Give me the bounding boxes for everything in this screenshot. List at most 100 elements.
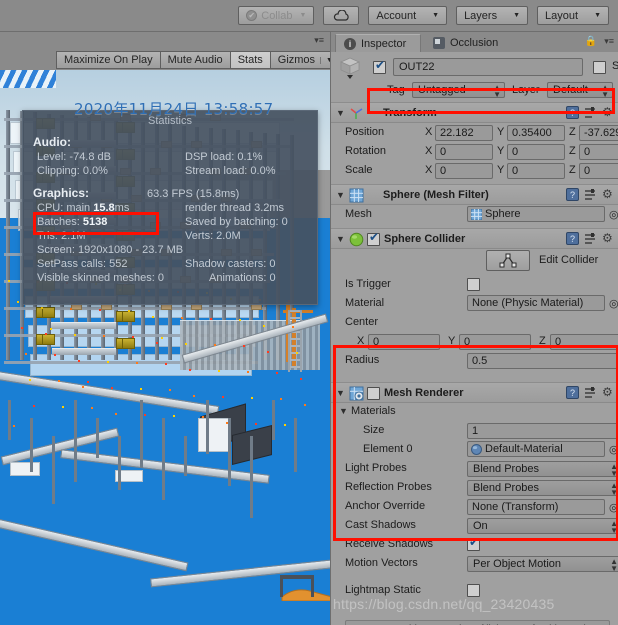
tag-value: Untagged xyxy=(418,84,466,96)
anchor-override-field[interactable]: None (Transform) xyxy=(467,499,605,515)
materials-foldout-row[interactable]: ▼ Materials xyxy=(331,403,618,422)
game-view-pane: ▾≡ Maximize On Play Mute Audio Stats Giz… xyxy=(0,32,330,625)
anchor-override-row: Anchor Override None (Transform) ◎ xyxy=(331,498,618,517)
axis-y-label: Y xyxy=(497,126,505,138)
audio-clipping: Clipping: 0.0% xyxy=(37,165,108,177)
foldout-icon[interactable]: ▼ xyxy=(336,234,345,244)
edit-collider-row: Edit Collider xyxy=(331,250,618,274)
cpu-prefix: CPU: main xyxy=(37,202,94,214)
cast-shadows-dropdown[interactable]: On ▲ ▼ xyxy=(467,518,618,534)
reflection-probes-dropdown[interactable]: Blend Probes ▲ ▼ xyxy=(467,480,618,496)
updown-arrows-icon: ▲ ▼ xyxy=(601,83,609,98)
gear-icon[interactable]: ⚙ xyxy=(602,232,615,245)
position-z-input[interactable]: -37.629 xyxy=(579,125,618,141)
position-y-input[interactable]: 0.35400 xyxy=(507,125,565,141)
motion-vectors-label: Motion Vectors xyxy=(345,557,418,569)
tris: Tris: 2.1M xyxy=(37,230,86,242)
game-view-menu-icon[interactable]: ▾≡ xyxy=(314,35,324,46)
mesh-value: Sphere xyxy=(485,208,521,220)
collab-button[interactable]: ✔ Collab ▼ xyxy=(238,6,315,25)
layers-button[interactable]: Layers ▼ xyxy=(456,6,529,25)
component-header-icons: ? ⚙ xyxy=(566,106,615,119)
preset-icon[interactable] xyxy=(584,106,597,119)
graphics-header: Graphics: xyxy=(33,186,90,200)
foldout-icon[interactable]: ▼ xyxy=(336,388,345,398)
gear-icon[interactable]: ⚙ xyxy=(602,188,615,201)
receive-shadows-checkbox[interactable] xyxy=(467,536,480,551)
mesh-renderer-enabled-checkbox[interactable] xyxy=(367,387,380,400)
radius-row: Radius 0.5 xyxy=(331,352,618,371)
light-probes-dropdown[interactable]: Blend Probes ▲ ▼ xyxy=(467,461,618,477)
help-icon[interactable]: ? xyxy=(566,188,579,201)
foldout-icon[interactable]: ▼ xyxy=(339,406,348,416)
mute-audio-button[interactable]: Mute Audio xyxy=(160,51,231,69)
maximize-on-play-button[interactable]: Maximize On Play xyxy=(56,51,161,69)
object-enabled-checkbox[interactable] xyxy=(373,59,386,74)
is-trigger-checkbox[interactable] xyxy=(467,278,480,291)
layer-dropdown[interactable]: Default ▲ ▼ xyxy=(547,82,613,98)
object-picker-icon[interactable]: ◎ xyxy=(609,443,618,456)
transform-title: Transform xyxy=(383,107,437,119)
scale-y-input[interactable]: 0 xyxy=(507,163,565,179)
preset-icon[interactable] xyxy=(584,386,597,399)
rotation-y-input[interactable]: 0 xyxy=(507,144,565,160)
edit-collider-button[interactable] xyxy=(486,250,530,271)
tab-inspector[interactable]: i Inspector xyxy=(335,34,421,52)
sphere-collider-enabled-checkbox[interactable] xyxy=(367,231,380,246)
preset-icon[interactable] xyxy=(584,188,597,201)
light-probes-value: Blend Probes xyxy=(473,463,540,475)
tag-dropdown[interactable]: Untagged ▲ ▼ xyxy=(412,82,505,98)
hamburger-menu-icon[interactable]: ▾≡ xyxy=(604,36,614,47)
axis-x-label: X xyxy=(357,335,365,347)
scale-x-input[interactable]: 0 xyxy=(435,163,493,179)
component-header-sphere-collider[interactable]: ▼ Sphere Collider ? ⚙ xyxy=(331,228,618,249)
layout-button[interactable]: Layout ▼ xyxy=(537,6,609,25)
axis-z-label: Z xyxy=(569,164,576,176)
cloud-button[interactable] xyxy=(323,6,360,25)
stats-button[interactable]: Stats xyxy=(230,51,271,69)
fps-value: 63.3 FPS (15.8ms) xyxy=(147,188,240,200)
account-button[interactable]: Account ▼ xyxy=(368,6,448,25)
object-name-input[interactable]: OUT22 xyxy=(393,58,583,76)
static-checkbox[interactable] xyxy=(593,61,606,74)
tris-row: Tris: 2.1M Verts: 2.0M xyxy=(23,230,317,242)
tab-occlusion[interactable]: Occlusion xyxy=(425,34,513,52)
component-header-mesh-renderer[interactable]: ▼ Mesh Renderer ? ⚙ xyxy=(331,382,618,403)
center-label: Center xyxy=(345,316,379,328)
materials-size-input[interactable]: 1 xyxy=(467,423,618,439)
help-icon[interactable]: ? xyxy=(566,106,579,119)
motion-vectors-dropdown[interactable]: Per Object Motion ▲ ▼ xyxy=(467,556,618,572)
center-x-input[interactable]: 0 xyxy=(368,334,440,350)
lock-icon[interactable]: 🔒 xyxy=(585,36,597,47)
mesh-filter-title: Sphere (Mesh Filter) xyxy=(383,189,489,201)
center-y-input[interactable]: 0 xyxy=(459,334,531,350)
scale-z-input[interactable]: 0 xyxy=(579,163,618,179)
object-picker-icon[interactable]: ◎ xyxy=(609,297,618,310)
rotation-x-input[interactable]: 0 xyxy=(435,144,493,160)
element0-object-field[interactable]: Default-Material xyxy=(467,441,605,457)
materials-label: Materials xyxy=(351,405,396,417)
gizmos-button[interactable]: Gizmos ▼ xyxy=(270,51,330,69)
component-header-mesh-filter[interactable]: ▼ Sphere (Mesh Filter) ? ⚙ xyxy=(331,184,618,205)
center-z-input[interactable]: 0 xyxy=(550,334,618,350)
gear-icon[interactable]: ⚙ xyxy=(602,386,615,399)
layout-label: Layout xyxy=(545,9,579,22)
rotation-z-input[interactable]: 0 xyxy=(579,144,618,160)
component-header-transform[interactable]: ▼ Transform ? ⚙ xyxy=(331,102,618,123)
radius-input[interactable]: 0.5 xyxy=(467,353,618,369)
collab-check-icon: ✔ xyxy=(246,10,258,21)
physic-material-field[interactable]: None (Physic Material) xyxy=(467,295,605,311)
foldout-icon[interactable]: ▼ xyxy=(336,190,345,200)
help-icon[interactable]: ? xyxy=(566,232,579,245)
foldout-icon[interactable]: ▼ xyxy=(336,108,345,118)
object-picker-icon[interactable]: ◎ xyxy=(609,208,618,221)
gear-icon[interactable]: ⚙ xyxy=(602,106,615,119)
audio-row-level: Level: -74.8 dB DSP load: 0.1% xyxy=(23,151,317,163)
mesh-object-field[interactable]: Sphere xyxy=(467,206,605,222)
object-picker-icon[interactable]: ◎ xyxy=(609,501,618,514)
light-probes-row: Light Probes Blend Probes ▲ ▼ xyxy=(331,460,618,479)
axis-z-label: Z xyxy=(569,126,576,138)
help-icon[interactable]: ? xyxy=(566,386,579,399)
preset-icon[interactable] xyxy=(584,232,597,245)
position-x-input[interactable]: 22.182 xyxy=(435,125,493,141)
